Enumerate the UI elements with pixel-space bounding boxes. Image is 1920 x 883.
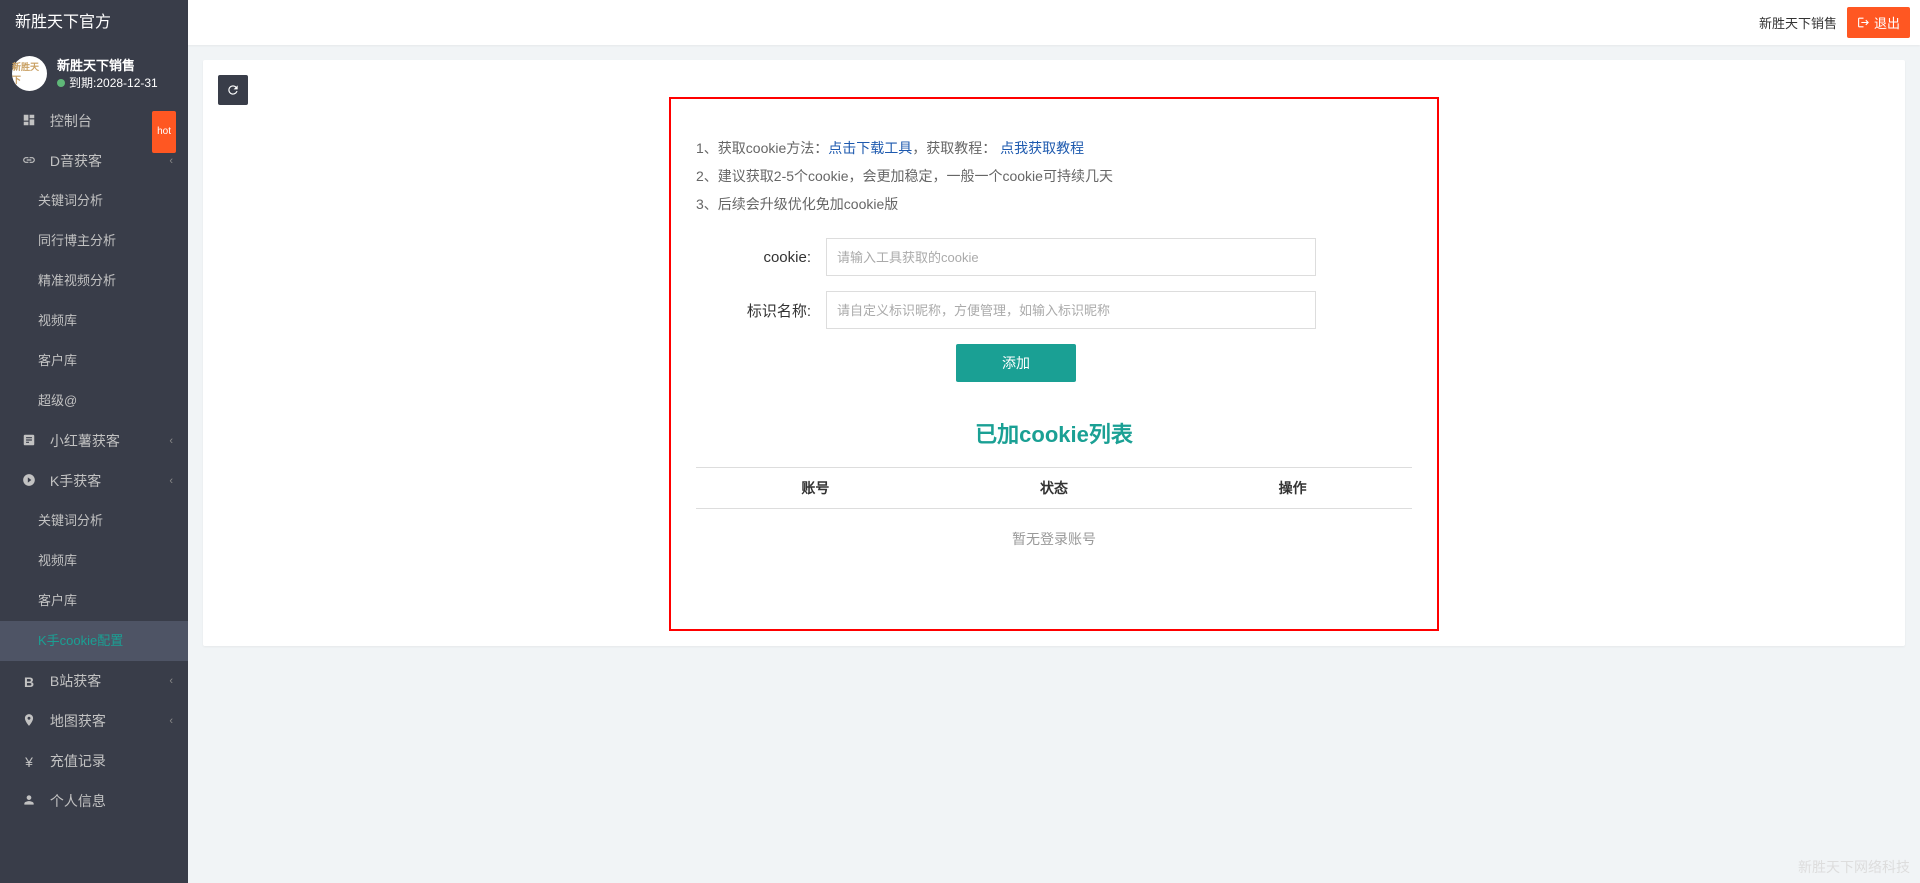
- empty-text: 暂无登录账号: [696, 509, 1412, 569]
- col-account: 账号: [696, 468, 935, 508]
- link-icon: [20, 142, 38, 182]
- sidebar-item-label: K手获客: [50, 473, 101, 489]
- sidebar-item-video-analysis[interactable]: 精准视频分析: [0, 261, 188, 301]
- dashboard-icon: [20, 102, 38, 142]
- chevron-left-icon: ‹: [169, 461, 173, 501]
- refresh-icon: [226, 83, 240, 97]
- col-status: 状态: [935, 468, 1174, 508]
- sidebar-item-xhs[interactable]: 小红薯获客 ‹: [0, 421, 188, 461]
- sidebar-item-map[interactable]: 地图获客 ‹: [0, 701, 188, 741]
- user-panel: 新胜天下 新胜天下销售 到期:2028-12-31: [0, 45, 188, 101]
- header-user-label[interactable]: 新胜天下销售: [1759, 13, 1837, 32]
- sidebar-item-kuaishou[interactable]: K手获客 ‹: [0, 461, 188, 501]
- sidebar-item-video-lib[interactable]: 视频库: [0, 301, 188, 341]
- sidebar-item-label: D音获客: [50, 153, 102, 169]
- sidebar-item-ks-customer-lib[interactable]: 客户库: [0, 581, 188, 621]
- sidebar-item-dashboard[interactable]: 控制台 hot: [0, 101, 188, 141]
- yen-icon: ¥: [20, 742, 38, 782]
- sidebar-item-keyword[interactable]: 关键词分析: [0, 181, 188, 221]
- sidebar-item-douyin[interactable]: D音获客 ‹: [0, 141, 188, 181]
- sidebar: 新胜天下官方 新胜天下 新胜天下销售 到期:2028-12-31 控制台 hot…: [0, 0, 188, 883]
- download-tool-link[interactable]: 点击下载工具: [828, 140, 912, 156]
- cookie-input[interactable]: [826, 238, 1316, 276]
- play-icon: [20, 462, 38, 502]
- user-icon: [20, 782, 38, 822]
- cookie-list-title: 已加cookie列表: [696, 417, 1412, 449]
- refresh-button[interactable]: [218, 75, 248, 105]
- bold-icon: B: [20, 662, 38, 702]
- location-icon: [20, 702, 38, 742]
- book-icon: [20, 422, 38, 462]
- sidebar-item-label: B站获客: [50, 673, 101, 689]
- sidebar-item-profile[interactable]: 个人信息: [0, 781, 188, 821]
- sidebar-item-ks-cookie[interactable]: K手cookie配置: [0, 621, 188, 661]
- sidebar-item-ks-video-lib[interactable]: 视频库: [0, 541, 188, 581]
- sidebar-item-label: 地图获客: [50, 713, 106, 729]
- tips-block: 1、获取cookie方法：点击下载工具，获取教程： 点我获取教程 2、建议获取2…: [696, 134, 1412, 218]
- main-content: 1、获取cookie方法：点击下载工具，获取教程： 点我获取教程 2、建议获取2…: [188, 0, 1920, 646]
- user-name: 新胜天下销售: [57, 55, 158, 74]
- sidebar-item-super-at[interactable]: 超级@: [0, 381, 188, 421]
- logout-icon: [1857, 16, 1870, 29]
- online-dot-icon: [57, 79, 65, 87]
- tip-line-2: 2、建议获取2-5个cookie，会更加稳定，一般一个cookie可持续几天: [696, 162, 1412, 190]
- sidebar-item-label: 控制台: [50, 113, 92, 129]
- top-header: 新胜天下销售 退出: [188, 0, 1920, 45]
- sidebar-item-bilibili[interactable]: B B站获客 ‹: [0, 661, 188, 701]
- sidebar-item-label: 个人信息: [50, 793, 106, 809]
- tip-line-1: 1、获取cookie方法：点击下载工具，获取教程： 点我获取教程: [696, 134, 1412, 162]
- cookie-label: cookie:: [696, 249, 826, 266]
- sidebar-item-label: 充值记录: [50, 753, 106, 769]
- logout-button[interactable]: 退出: [1847, 7, 1910, 38]
- highlight-box: 1、获取cookie方法：点击下载工具，获取教程： 点我获取教程 2、建议获取2…: [669, 97, 1439, 631]
- col-action: 操作: [1173, 468, 1412, 508]
- sidebar-item-ks-keyword[interactable]: 关键词分析: [0, 501, 188, 541]
- sidebar-item-recharge[interactable]: ¥ 充值记录: [0, 741, 188, 781]
- watermark: 新胜天下网络科技: [1798, 857, 1910, 877]
- name-input[interactable]: [826, 291, 1316, 329]
- name-label: 标识名称:: [696, 300, 826, 321]
- chevron-left-icon: ‹: [169, 141, 173, 181]
- brand-logo[interactable]: 新胜天下官方: [0, 0, 188, 45]
- table-header: 账号 状态 操作: [696, 467, 1412, 509]
- tip-line-3: 3、后续会升级优化免加cookie版: [696, 190, 1412, 218]
- add-button[interactable]: 添加: [956, 344, 1076, 382]
- avatar[interactable]: 新胜天下: [12, 56, 47, 91]
- user-expiry: 到期:2028-12-31: [57, 74, 158, 91]
- sidebar-item-customer-lib[interactable]: 客户库: [0, 341, 188, 381]
- sidebar-item-label: 小红薯获客: [50, 433, 120, 449]
- chevron-left-icon: ‹: [169, 661, 173, 701]
- main-card: 1、获取cookie方法：点击下载工具，获取教程： 点我获取教程 2、建议获取2…: [203, 60, 1905, 646]
- chevron-left-icon: ‹: [169, 421, 173, 461]
- tutorial-link[interactable]: 点我获取教程: [1000, 140, 1084, 156]
- sidebar-item-peer[interactable]: 同行博主分析: [0, 221, 188, 261]
- chevron-left-icon: ‹: [169, 701, 173, 741]
